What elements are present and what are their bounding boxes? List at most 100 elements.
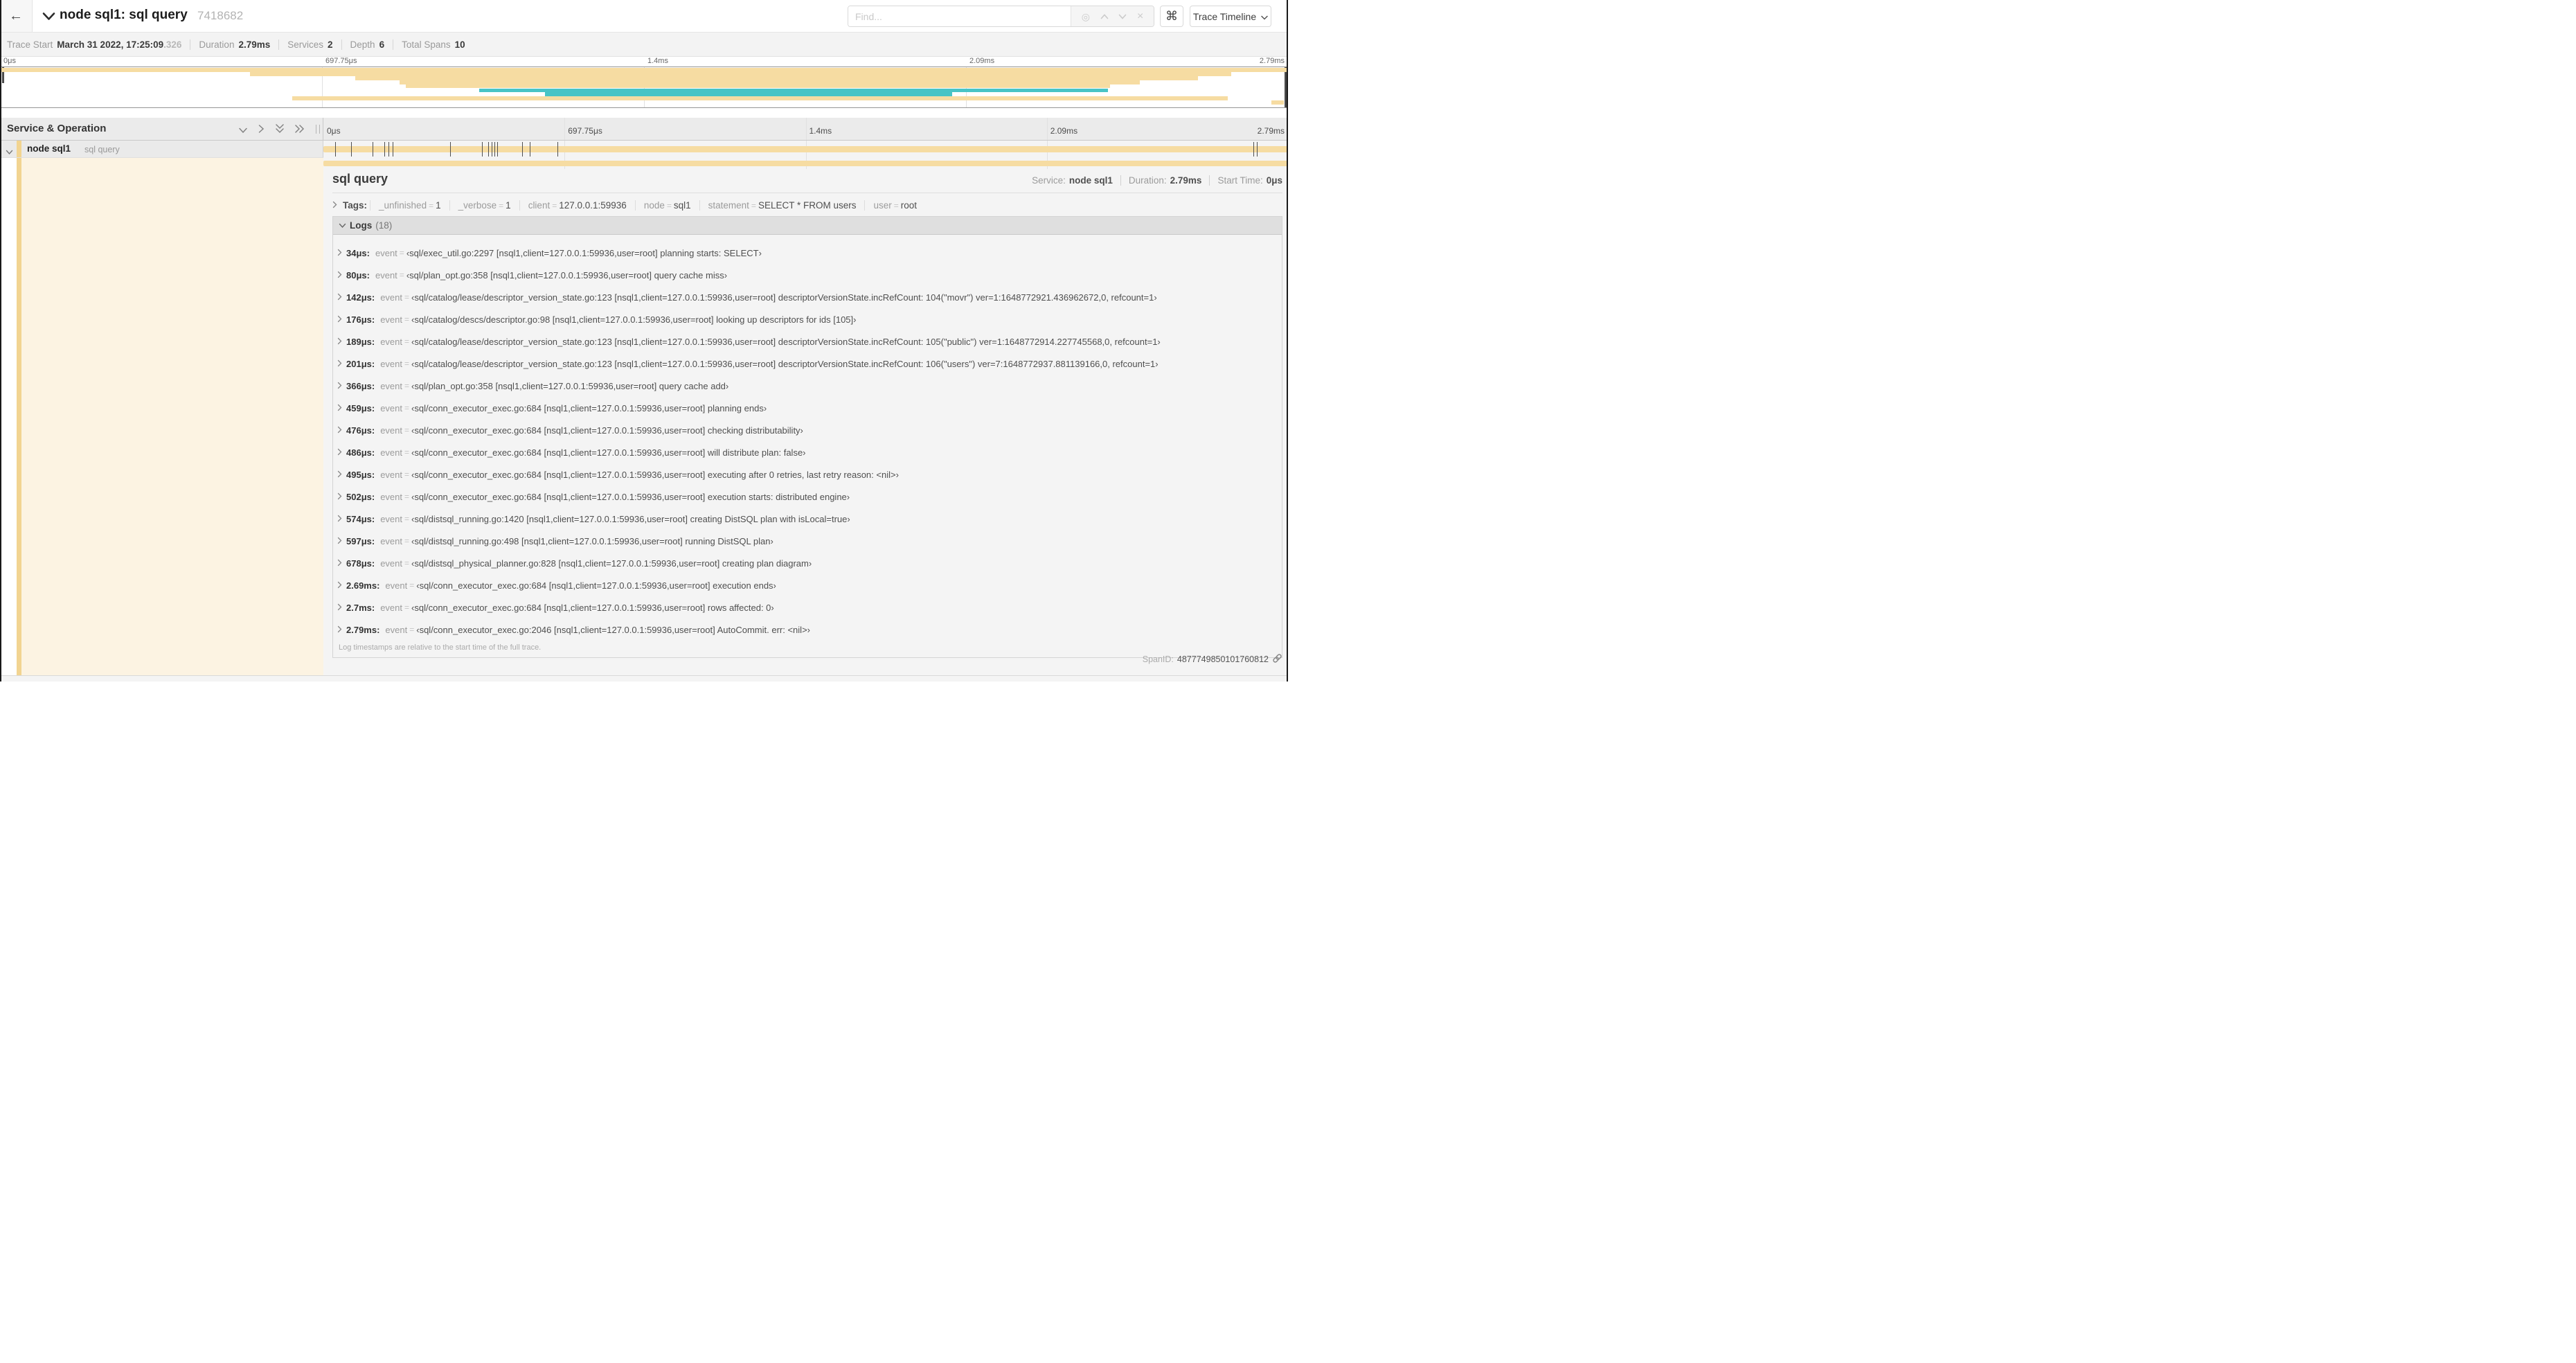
- minimap-tick-label: 2.79ms: [1259, 57, 1285, 65]
- log-entry-row[interactable]: 597μs: event = ‹sql/distsql_running.go:498 …: [333, 533, 1282, 549]
- find-clear-icon[interactable]: ×: [1137, 10, 1143, 22]
- log-event-marker[interactable]: [1253, 142, 1255, 157]
- back-button[interactable]: ←: [0, 0, 33, 32]
- log-timestamp: 189μs:: [346, 336, 375, 347]
- log-chevron-right-icon: [337, 270, 342, 280]
- service-operation-header: Service & Operation: [0, 118, 323, 140]
- log-timestamp: 486μs:: [346, 447, 375, 458]
- log-entry-row[interactable]: 2.79ms: event = ‹sql/conn_executor_exec.go:…: [333, 621, 1282, 638]
- keyboard-shortcuts-button[interactable]: ⌘: [1160, 6, 1183, 27]
- log-field-value: ‹sql/exec_util.go:2297 [nsql1,client=127…: [406, 247, 762, 258]
- log-field-name: event: [385, 624, 408, 635]
- summary-item-value: March 31 2022, 17:25:09: [57, 39, 164, 50]
- log-entry-row[interactable]: 176μs: event = ‹sql/catalog/descs/descripto…: [333, 311, 1282, 328]
- log-chevron-right-icon: [337, 514, 342, 524]
- log-entry-row[interactable]: 2.7ms: event = ‹sql/conn_executor_exec.go:6…: [333, 599, 1282, 616]
- log-timestamp: 2.79ms:: [346, 624, 380, 635]
- find-input[interactable]: [848, 6, 1071, 26]
- log-entry-row[interactable]: 476μs: event = ‹sql/conn_executor_exec.go:6…: [333, 422, 1282, 438]
- find-prev-icon[interactable]: [1100, 10, 1109, 23]
- log-entry-row[interactable]: 34μs: event = ‹sql/exec_util.go:2297 [nsql1…: [333, 244, 1282, 261]
- log-entry-row[interactable]: 495μs: event = ‹sql/conn_executor_exec.go:6…: [333, 466, 1282, 483]
- collapse-trace-chevron-icon[interactable]: [42, 12, 55, 24]
- overview-item-label: Service:: [1032, 175, 1066, 186]
- log-event-marker[interactable]: [1257, 142, 1258, 157]
- log-event-marker[interactable]: [497, 142, 498, 157]
- log-field-name: event: [375, 269, 397, 280]
- log-equals: =: [404, 447, 410, 457]
- view-options-button[interactable]: Trace Timeline: [1190, 6, 1271, 27]
- span-collapse-chevron-icon[interactable]: [6, 146, 13, 159]
- column-resize-grip[interactable]: [316, 125, 320, 134]
- summary-item-label: Total Spans: [402, 39, 451, 50]
- overview-item: Service: node sql1: [1032, 175, 1113, 186]
- log-timestamp: 80μs:: [346, 269, 370, 280]
- log-event-marker[interactable]: [494, 142, 496, 157]
- log-event-marker[interactable]: [557, 142, 559, 157]
- logs-accordion-header[interactable]: Logs (18): [333, 217, 1282, 235]
- tag-key: user: [873, 199, 892, 211]
- summary-item: Depth 6: [341, 39, 384, 50]
- log-field-value: ‹sql/conn_executor_exec.go:684 [nsql1,cl…: [411, 491, 850, 502]
- tag-key: node: [643, 199, 665, 211]
- span-duration-bar[interactable]: [323, 146, 1288, 152]
- tags-label: Tags:: [343, 199, 368, 211]
- logs-chevron-down-icon: [339, 220, 346, 232]
- log-entry-row[interactable]: 459μs: event = ‹sql/conn_executor_exec.go:6…: [333, 400, 1282, 416]
- minimap-canvas[interactable]: [0, 66, 1288, 108]
- log-event-marker[interactable]: [488, 142, 489, 157]
- log-event-marker[interactable]: [384, 142, 385, 157]
- log-field-name: event: [380, 336, 403, 347]
- log-event-marker[interactable]: [388, 142, 390, 157]
- log-entry-row[interactable]: 502μs: event = ‹sql/conn_executor_exec.go:6…: [333, 488, 1282, 505]
- log-entry-row[interactable]: 189μs: event = ‹sql/catalog/lease/descripto…: [333, 333, 1282, 350]
- tag-value: 1: [506, 199, 511, 211]
- log-entry-row[interactable]: 80μs: event = ‹sql/plan_opt.go:358 [nsql1,c…: [333, 267, 1282, 283]
- log-entry-row[interactable]: 201μs: event = ‹sql/catalog/lease/descripto…: [333, 355, 1282, 372]
- log-field-name: event: [385, 580, 408, 591]
- locate-icon[interactable]: ◎: [1082, 12, 1090, 21]
- minimap-tick-label: 0μs: [3, 57, 16, 65]
- span-detail-operation: sql query: [332, 172, 388, 186]
- log-entry-row[interactable]: 678μs: event = ‹sql/distsql_physical_planne…: [333, 555, 1282, 571]
- timeline-tick-label: 0μs: [327, 126, 341, 136]
- log-field-value: ‹sql/distsql_running.go:1420 [nsql1,clie…: [411, 513, 850, 524]
- log-field-value: ‹sql/conn_executor_exec.go:684 [nsql1,cl…: [411, 425, 803, 436]
- span-row-name-cell[interactable]: node sql1 sql query: [0, 141, 323, 158]
- overview-item-value: 0μs: [1266, 175, 1282, 186]
- tag-value: 1: [436, 199, 441, 211]
- tags-accordion[interactable]: Tags: _unfinished = 1 _verbose = 1 client = 127.…: [332, 197, 1282, 213]
- log-chevron-right-icon: [337, 359, 342, 369]
- tag-equals: =: [552, 200, 557, 211]
- expand-all-icon[interactable]: [295, 124, 305, 137]
- find-next-icon[interactable]: [1118, 10, 1127, 23]
- log-chevron-right-icon: [337, 425, 342, 436]
- link-icon[interactable]: [1272, 653, 1282, 666]
- log-entry-row[interactable]: 2.69ms: event = ‹sql/conn_executor_exec.go:…: [333, 577, 1282, 594]
- log-entry-row[interactable]: 142μs: event = ‹sql/catalog/lease/descripto…: [333, 289, 1282, 305]
- log-event-marker[interactable]: [350, 142, 352, 157]
- log-chevron-right-icon: [337, 558, 342, 569]
- log-event-marker[interactable]: [334, 142, 336, 157]
- log-entry-row[interactable]: 486μs: event = ‹sql/conn_executor_exec.go:6…: [333, 444, 1282, 461]
- timeline-tick-label: 697.75μs: [568, 126, 602, 136]
- log-equals: =: [404, 359, 410, 368]
- log-entry-row[interactable]: 366μs: event = ‹sql/plan_opt.go:358 [nsql1,…: [333, 377, 1282, 394]
- collapse-all-icon[interactable]: [275, 124, 285, 137]
- log-event-marker[interactable]: [482, 142, 483, 157]
- minimap-tick-label: 2.09ms: [969, 57, 995, 65]
- span-row-track[interactable]: [323, 141, 1288, 158]
- log-entry-row[interactable]: 574μs: event = ‹sql/distsql_running.go:1420…: [333, 510, 1282, 527]
- span-detail-row: sql query Service: node sql1 Duration: 2.79…: [0, 158, 1288, 682]
- tags-chevron-right-icon: [332, 200, 337, 211]
- log-equals: =: [404, 292, 410, 302]
- span-detail-header: sql query Service: node sql1 Duration: 2.79…: [332, 172, 1282, 190]
- log-equals: =: [399, 248, 404, 258]
- timeline-tick-label: 1.4ms: [809, 126, 832, 136]
- log-event-marker[interactable]: [449, 142, 451, 157]
- log-event-marker[interactable]: [521, 142, 523, 157]
- expand-one-icon[interactable]: [258, 124, 265, 137]
- tag-value: root: [900, 199, 918, 211]
- span-row[interactable]: node sql1 sql query: [0, 141, 1288, 158]
- collapse-one-icon[interactable]: [238, 125, 248, 137]
